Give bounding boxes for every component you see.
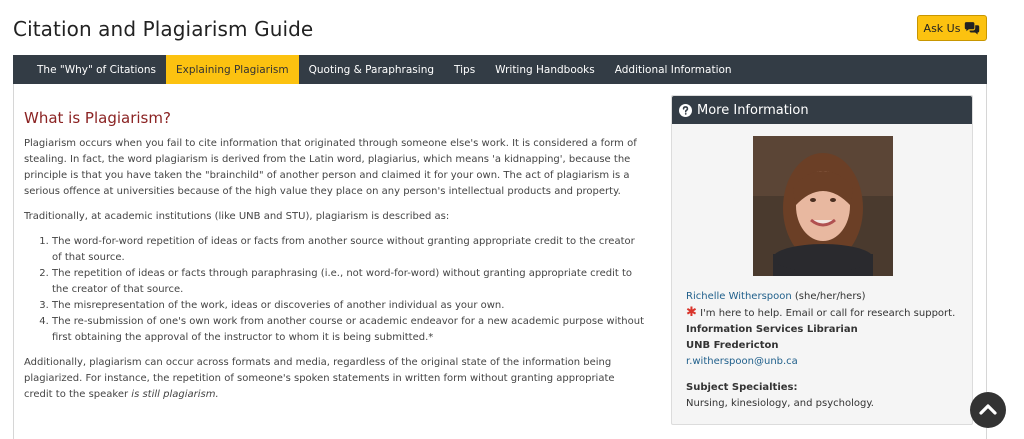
guide-tab-nav: The "Why" of Citations Explaining Plagia… <box>13 55 987 84</box>
asterisk-icon: ✱ <box>686 305 697 320</box>
librarian-name-line: Richelle Witherspoon (she/her/hers) <box>686 289 966 305</box>
list-item: The word-for-word repetition of ideas or… <box>52 234 644 266</box>
formats-paragraph-text: Additionally, plagiarism can occur acros… <box>24 357 615 400</box>
tab-additional-information[interactable]: Additional Information <box>605 55 742 84</box>
librarian-name-link[interactable]: Richelle Witherspoon <box>686 291 792 302</box>
tab-quoting-paraphrasing[interactable]: Quoting & Paraphrasing <box>299 55 444 84</box>
more-information-box: More Information Richelle Witherspoon (s… <box>671 95 973 425</box>
tab-writing-handbooks[interactable]: Writing Handbooks <box>485 55 605 84</box>
plagiarism-definition-list: The word-for-word repetition of ideas or… <box>24 234 644 346</box>
section-heading: What is Plagiarism? <box>24 109 171 127</box>
tab-explaining-plagiarism[interactable]: Explaining Plagiarism <box>165 55 299 84</box>
formats-paragraph: Additionally, plagiarism can occur acros… <box>24 355 644 403</box>
ask-us-button[interactable]: Ask Us <box>917 15 987 41</box>
scroll-to-top-button[interactable] <box>970 392 1006 428</box>
help-line: ✱ I'm here to help. Email or call for re… <box>686 305 966 322</box>
tab-why-of-citations[interactable]: The "Why" of Citations <box>27 55 166 84</box>
campus-name: UNB Fredericton <box>686 340 779 351</box>
list-item: The repetition of ideas or facts through… <box>52 266 644 298</box>
question-circle-icon <box>679 103 692 117</box>
portrait-image <box>753 136 893 276</box>
main-content: What is Plagiarism? Plagiarism occurs wh… <box>24 100 644 412</box>
librarian-contact-info: Richelle Witherspoon (she/her/hers) ✱ I'… <box>686 289 966 412</box>
more-information-title: More Information <box>697 102 809 118</box>
email-link[interactable]: r.witherspoon@unb.ca <box>686 354 966 370</box>
formats-paragraph-emphasis: is still plagiarism. <box>131 389 219 400</box>
page-title: Citation and Plagiarism Guide <box>13 17 314 41</box>
chevron-up-icon <box>979 404 997 415</box>
list-item: The re-submission of one's own work from… <box>52 314 644 346</box>
traditional-definition-paragraph: Traditionally, at academic institutions … <box>24 211 450 222</box>
librarian-profile-photo <box>753 136 893 276</box>
more-information-header: More Information <box>672 96 972 124</box>
chat-bubbles-icon <box>965 21 980 34</box>
subject-specialties-label: Subject Specialties: <box>686 382 798 393</box>
help-text: I'm here to help. Email or call for rese… <box>700 308 956 319</box>
list-item: The misrepresentation of the work, ideas… <box>52 298 644 314</box>
intro-paragraph: Plagiarism occurs when you fail to cite … <box>24 138 637 197</box>
ask-us-label: Ask Us <box>923 21 961 35</box>
subject-specialties-value: Nursing, kinesiology, and psychology. <box>686 398 874 409</box>
librarian-pronouns: (she/her/hers) <box>791 291 866 302</box>
job-title: Information Services Librarian <box>686 324 858 335</box>
tab-tips[interactable]: Tips <box>444 55 485 84</box>
